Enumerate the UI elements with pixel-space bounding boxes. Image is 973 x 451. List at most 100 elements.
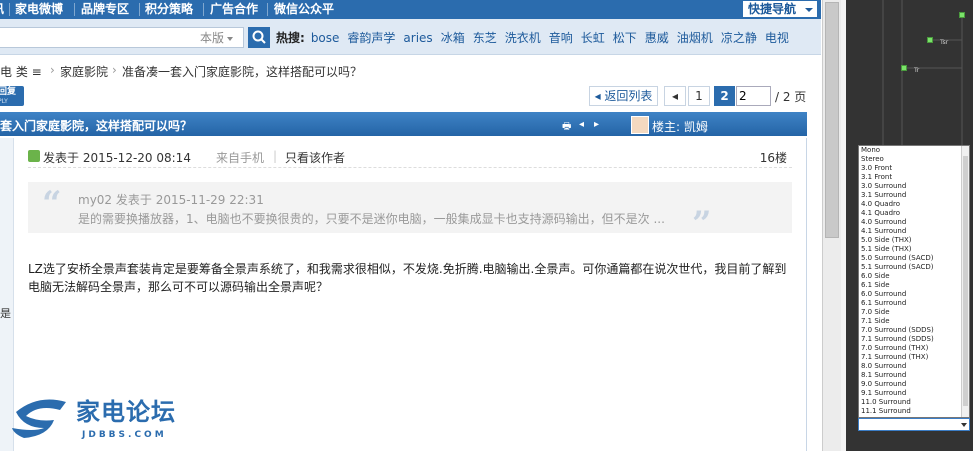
prev-thread-icon[interactable]: ◂ <box>579 119 584 130</box>
list-scrollbar[interactable] <box>961 146 969 417</box>
channel-layout-list[interactable]: Mono Stereo 3.0 Front 3.1 Front 3.0 Surround… <box>858 145 970 418</box>
channel-option[interactable]: 7.0 Side <box>859 308 969 317</box>
channel-option[interactable]: 3.0 Surround <box>859 182 969 191</box>
hot-term[interactable]: 音响 <box>549 31 573 45</box>
speaker-node[interactable] <box>959 12 965 18</box>
logo-mark-icon <box>12 399 66 438</box>
search-scope-select[interactable]: 本版 <box>200 29 234 46</box>
floor-number[interactable]: 16楼 <box>760 149 787 166</box>
page-jump-input[interactable]: 2 <box>736 86 771 106</box>
nav-divider <box>139 3 140 16</box>
channel-option[interactable]: 5.1 Surround (SACD) <box>859 263 969 272</box>
nav-item-brand[interactable]: 品牌专区 <box>81 0 129 19</box>
next-thread-icon[interactable]: ▸ <box>594 119 599 130</box>
search-button[interactable] <box>248 27 270 48</box>
hot-term[interactable]: 凉之静 <box>721 31 757 45</box>
chevron-down-icon <box>805 8 813 12</box>
speaker-node[interactable] <box>927 37 933 43</box>
channel-option[interactable]: 5.0 Surround (SACD) <box>859 254 969 263</box>
quick-nav-dropdown[interactable]: 快捷导航 <box>742 0 818 18</box>
hot-term[interactable]: aries <box>403 31 432 45</box>
channel-option[interactable]: Stereo <box>859 155 969 164</box>
speaker-node[interactable] <box>901 65 907 71</box>
post-border <box>806 138 807 451</box>
channel-options: Mono Stereo 3.0 Front 3.1 Front 3.0 Surround… <box>859 146 969 416</box>
speaker-graph-lines <box>882 0 963 150</box>
site-logo: 家电论坛 JDBBS.COM <box>8 392 208 448</box>
channel-option[interactable]: 4.0 Surround <box>859 218 969 227</box>
avatar[interactable] <box>631 116 649 134</box>
print-icon[interactable]: 🖶 <box>562 119 571 136</box>
author-only-link[interactable]: 只看该作者 <box>285 149 345 166</box>
hot-term[interactable]: 惠威 <box>645 31 669 45</box>
post-date: 发表于 2015-12-20 08:14 <box>43 151 191 165</box>
channel-option[interactable]: 3.1 Front <box>859 173 969 182</box>
thread-owner[interactable]: 楼主: 凯姆 <box>652 118 708 135</box>
nav-item-wechat[interactable]: 微信公众平 <box>274 0 334 19</box>
breadcrumb: 电 类 ≡ › 家庭影院 › 准备凑一套入门家庭影院，这样搭配可以吗？ <box>0 56 821 82</box>
speaker-label: Tsr <box>940 39 949 46</box>
page-1-button[interactable]: 1 <box>688 86 710 106</box>
channel-option[interactable]: 11.0 Surround <box>859 398 969 407</box>
channel-option[interactable]: Mono <box>859 146 969 155</box>
hot-term[interactable]: 东芝 <box>473 31 497 45</box>
channel-option[interactable]: 5.1 Side (THX) <box>859 245 969 254</box>
thread-title: 套入门家庭影院，这样搭配可以吗？ <box>0 119 193 133</box>
channel-option[interactable]: 6.1 Surround <box>859 299 969 308</box>
channel-option[interactable]: 4.1 Surround <box>859 227 969 236</box>
channel-option[interactable]: 7.0 Surround (THX) <box>859 344 969 353</box>
reply-button-label: 回复 <box>0 87 17 97</box>
hot-term[interactable]: bose <box>311 31 340 45</box>
hot-term[interactable]: 睿韵声学 <box>347 31 395 45</box>
quote-author: my02 发表于 2015-11-29 22:31 <box>78 193 264 207</box>
nav-item-weibo[interactable]: 家电微博 <box>15 0 63 19</box>
breadcrumb-thread[interactable]: 准备凑一套入门家庭影院，这样搭配可以吗？ <box>122 63 362 80</box>
page-2-current: 2 <box>714 86 735 106</box>
hot-term[interactable]: 松下 <box>613 31 637 45</box>
channel-layout-select[interactable] <box>858 418 970 431</box>
breadcrumb-arrow: › <box>112 63 117 77</box>
scrollbar-thumb[interactable] <box>825 2 839 238</box>
nav-item-points[interactable]: 积分策略 <box>145 0 193 19</box>
meta-divider: | <box>273 149 278 163</box>
hot-search: 热搜: bose 睿韵声学 aries 冰箱 东芝 洗衣机 音响 长虹 松下 惠威 油烟机 凉之静 电视 <box>276 29 797 46</box>
channel-option[interactable]: 6.0 Surround <box>859 290 969 299</box>
nav-item-ads[interactable]: 广告合作 <box>210 0 258 19</box>
back-to-list-button[interactable]: ◂ 返回列表 <box>589 86 658 106</box>
chevron-down-icon <box>227 36 234 41</box>
channel-option[interactable]: 6.1 Side <box>859 281 969 290</box>
channel-option[interactable]: 8.1 Surround <box>859 371 969 380</box>
nav-item-news[interactable]: 资讯 <box>0 0 4 19</box>
channel-option[interactable]: 3.1 Surround <box>859 191 969 200</box>
logo-subtext: JDBBS.COM <box>82 430 167 440</box>
page-scrollbar[interactable] <box>822 0 841 451</box>
channel-option[interactable]: 9.0 Surround <box>859 380 969 389</box>
hot-term[interactable]: 长虹 <box>581 31 605 45</box>
back-arrow-icon: ◂ <box>594 89 601 103</box>
hot-term[interactable]: 洗衣机 <box>505 31 541 45</box>
channel-option[interactable]: 11.1 Surround <box>859 407 969 416</box>
hot-term[interactable]: 电视 <box>765 31 789 45</box>
search-icon <box>252 30 266 44</box>
channel-option[interactable]: 5.0 Side (THX) <box>859 236 969 245</box>
channel-option[interactable]: 3.0 Front <box>859 164 969 173</box>
channel-option[interactable]: 7.1 Surround (SDDS) <box>859 335 969 344</box>
hot-search-label: 热搜: <box>276 31 305 45</box>
reply-button[interactable]: 回复 PLY <box>0 86 24 106</box>
channel-option[interactable]: 9.1 Surround <box>859 389 969 398</box>
channel-option[interactable]: 6.0 Side <box>859 272 969 281</box>
channel-option[interactable]: 7.0 Surround (SDDS) <box>859 326 969 335</box>
prev-page-button[interactable]: ◂ <box>664 86 686 106</box>
hot-term[interactable]: 油烟机 <box>677 31 713 45</box>
channel-option[interactable]: 4.1 Quadro <box>859 209 969 218</box>
post-content: LZ选了安桥全景声套装肯定是要筹备全景声系统了，和我需求很相似，不发烧.免折腾.… <box>28 262 787 294</box>
channel-option[interactable]: 7.1 Side <box>859 317 969 326</box>
channel-option[interactable]: 7.1 Surround (THX) <box>859 353 969 362</box>
hot-term[interactable]: 冰箱 <box>441 31 465 45</box>
channel-option[interactable]: 4.0 Quadro <box>859 200 969 209</box>
channel-option[interactable]: 8.0 Surround <box>859 362 969 371</box>
nav-divider <box>203 3 204 16</box>
breadcrumb-forum[interactable]: 家庭影院 <box>60 63 108 80</box>
breadcrumb-category[interactable]: 电 类 ≡ <box>0 63 42 80</box>
list-scrollbar-thumb[interactable] <box>963 156 968 406</box>
